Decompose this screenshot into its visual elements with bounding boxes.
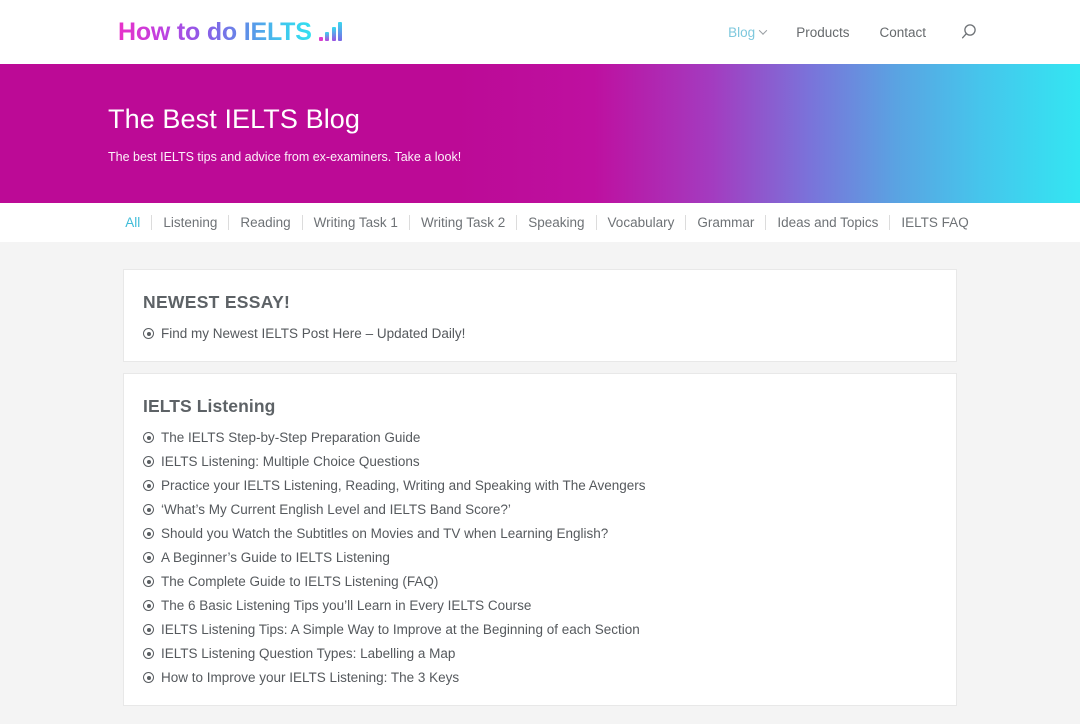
post-link[interactable]: IELTS Listening: Multiple Choice Questio… <box>161 454 420 469</box>
list-item: ‘What’s My Current English Level and IEL… <box>143 502 932 517</box>
circle-dot-bullet-icon <box>143 432 154 443</box>
filter-item-grammar[interactable]: Grammar <box>686 215 765 230</box>
circle-dot-bullet-icon <box>143 328 154 339</box>
page-title: The Best IELTS Blog <box>108 103 361 134</box>
post-link[interactable]: Find my Newest IELTS Post Here – Updated… <box>161 326 465 341</box>
list-item: Find my Newest IELTS Post Here – Updated… <box>143 326 932 341</box>
category-filter-list: All Listening Reading Writing Task 1 Writing… <box>114 215 979 230</box>
list-item: Practice your IELTS Listening, Reading, … <box>143 478 932 493</box>
post-link[interactable]: The 6 Basic Listening Tips you’ll Learn … <box>161 598 531 613</box>
filter-item-speaking[interactable]: Speaking <box>517 215 595 230</box>
post-link[interactable]: A Beginner’s Guide to IELTS Listening <box>161 550 390 565</box>
circle-dot-bullet-icon <box>143 480 154 491</box>
list-item: IELTS Listening Question Types: Labellin… <box>143 646 932 661</box>
post-link[interactable]: How to Improve your IELTS Listening: The… <box>161 670 459 685</box>
filter-item-writing-task-1[interactable]: Writing Task 1 <box>303 215 409 230</box>
filter-item-listening[interactable]: Listening <box>152 215 228 230</box>
blog-content: NEWEST ESSAY! Find my Newest IELTS Post H… <box>0 242 1080 706</box>
nav-item-blog-label: Blog <box>728 24 756 40</box>
chevron-down-icon <box>758 26 768 35</box>
nav-item-blog[interactable]: Blog <box>728 24 768 40</box>
circle-dot-bullet-icon <box>143 648 154 659</box>
circle-dot-bullet-icon <box>143 552 154 563</box>
bar-chart-icon <box>318 22 343 41</box>
post-link[interactable]: Practice your IELTS Listening, Reading, … <box>161 478 646 493</box>
filter-item-writing-task-2[interactable]: Writing Task 2 <box>410 215 516 230</box>
filter-item-all[interactable]: All <box>114 215 151 230</box>
circle-dot-bullet-icon <box>143 504 154 515</box>
list-item: IELTS Listening Tips: A Simple Way to Im… <box>143 622 932 637</box>
post-card: IELTS Listening The IELTS Step-by-Step Pr… <box>123 373 957 706</box>
post-card-title: IELTS Listening <box>143 396 276 416</box>
circle-dot-bullet-icon <box>143 456 154 467</box>
logo-text-secondary: IELTS <box>243 17 312 46</box>
filter-item-ielts-faq[interactable]: IELTS FAQ <box>890 215 979 230</box>
filter-item-ideas-and-topics[interactable]: Ideas and Topics <box>766 215 889 230</box>
post-link[interactable]: IELTS Listening Tips: A Simple Way to Im… <box>161 622 640 637</box>
post-card: NEWEST ESSAY! Find my Newest IELTS Post H… <box>123 269 957 362</box>
post-link[interactable]: The Complete Guide to IELTS Listening (F… <box>161 574 438 589</box>
list-item: The Complete Guide to IELTS Listening (F… <box>143 574 932 589</box>
post-link[interactable]: ‘What’s My Current English Level and IEL… <box>161 502 511 517</box>
post-card-list: NEWEST ESSAY! Find my Newest IELTS Post H… <box>0 269 1080 706</box>
nav-item-contact[interactable]: Contact <box>879 25 926 40</box>
nav-item-products-label: Products <box>796 24 850 40</box>
filter-item-reading[interactable]: Reading <box>229 215 301 230</box>
post-list: Find my Newest IELTS Post Here – Updated… <box>143 326 932 341</box>
logo-text-primary: How to do <box>118 17 244 46</box>
main-navigation: Blog Products Contact <box>728 21 980 43</box>
hero-banner: The Best IELTS Blog The best IELTS tips … <box>0 64 1080 203</box>
site-header: How to do IELTS Blog Products Contact <box>0 0 1080 64</box>
post-card-title: NEWEST ESSAY! <box>143 292 291 312</box>
circle-dot-bullet-icon <box>143 600 154 611</box>
filter-item-vocabulary[interactable]: Vocabulary <box>597 215 686 230</box>
list-item: How to Improve your IELTS Listening: The… <box>143 670 932 685</box>
search-icon[interactable] <box>958 21 980 43</box>
list-item: A Beginner’s Guide to IELTS Listening <box>143 550 932 565</box>
list-item: The 6 Basic Listening Tips you’ll Learn … <box>143 598 932 613</box>
list-item: Should you Watch the Subtitles on Movies… <box>143 526 932 541</box>
post-link[interactable]: IELTS Listening Question Types: Labellin… <box>161 646 455 661</box>
list-item: IELTS Listening: Multiple Choice Questio… <box>143 454 932 469</box>
nav-item-contact-label: Contact <box>879 24 926 40</box>
list-item: The IELTS Step-by-Step Preparation Guide <box>143 430 932 445</box>
page-subtitle: The best IELTS tips and advice from ex-e… <box>108 149 462 164</box>
circle-dot-bullet-icon <box>143 576 154 587</box>
circle-dot-bullet-icon <box>143 528 154 539</box>
site-logo[interactable]: How to do IELTS <box>118 17 343 47</box>
circle-dot-bullet-icon <box>143 624 154 635</box>
nav-item-products[interactable]: Products <box>796 25 849 40</box>
post-link[interactable]: The IELTS Step-by-Step Preparation Guide <box>161 430 420 445</box>
post-link[interactable]: Should you Watch the Subtitles on Movies… <box>161 526 608 541</box>
post-list: The IELTS Step-by-Step Preparation Guide… <box>143 430 932 685</box>
category-filter-bar: All Listening Reading Writing Task 1 Writing… <box>0 203 1080 242</box>
circle-dot-bullet-icon <box>143 672 154 683</box>
